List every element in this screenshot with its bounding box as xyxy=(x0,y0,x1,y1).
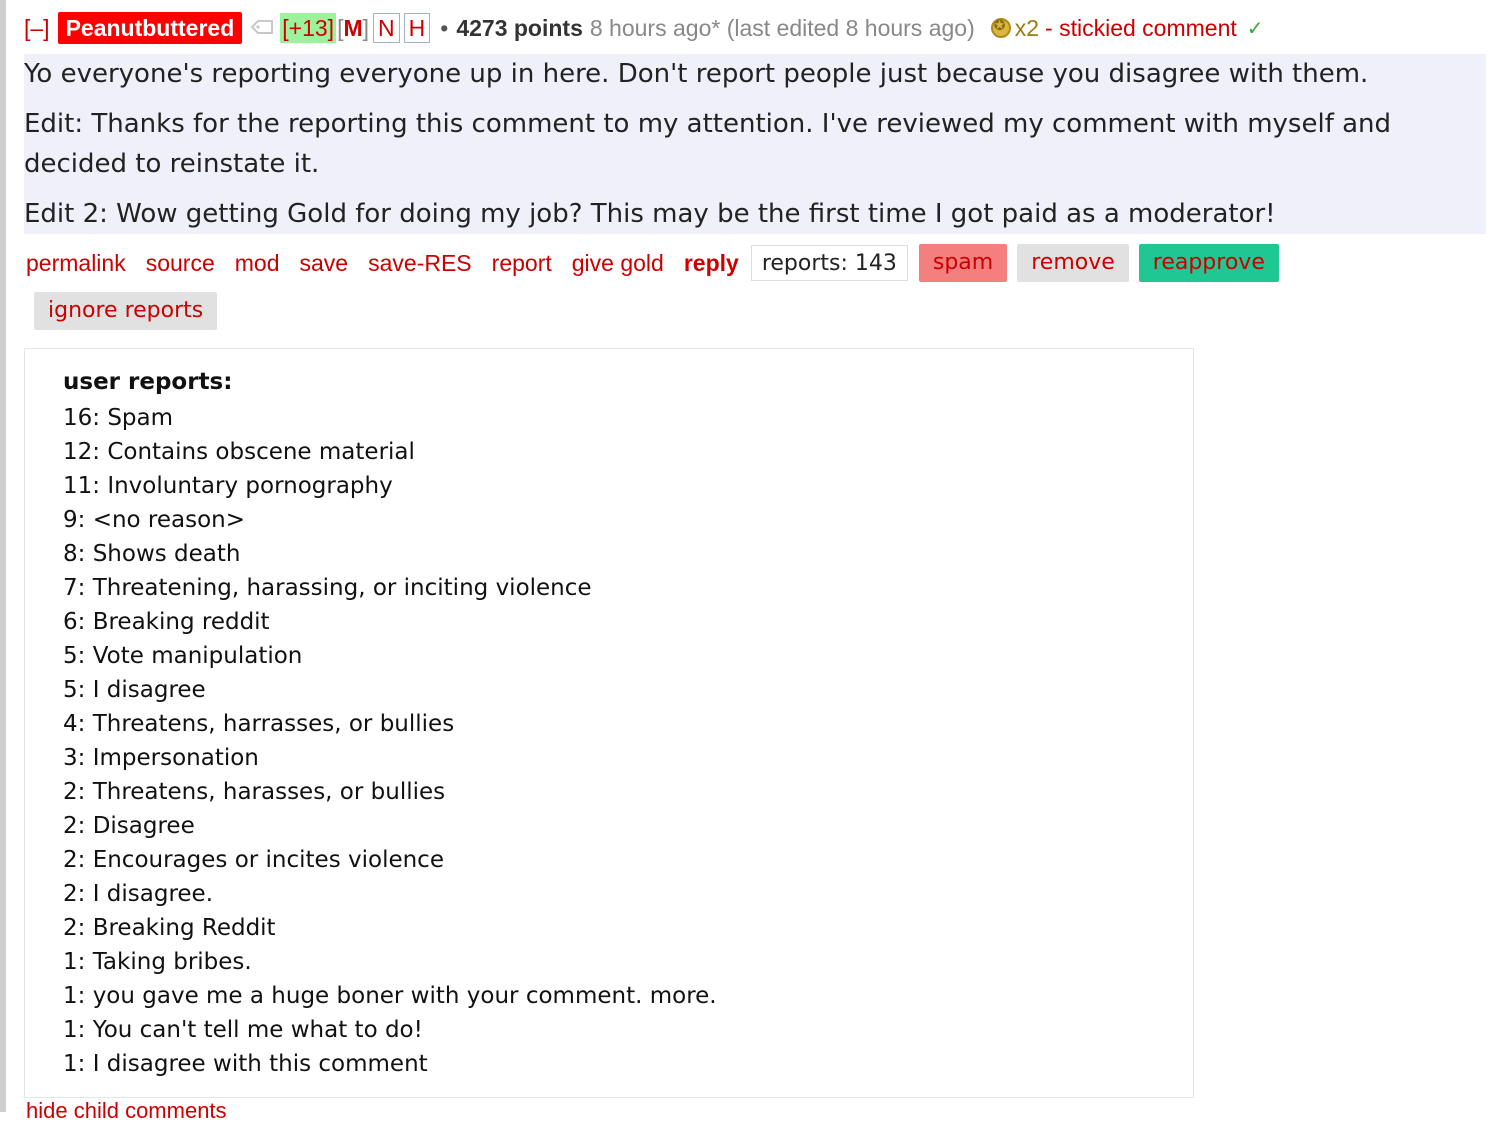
comment-body: Yo everyone's reporting everyone up in h… xyxy=(24,54,1486,234)
comment-paragraph: Edit: Thanks for the reporting this comm… xyxy=(24,109,1392,179)
save-link[interactable]: save xyxy=(300,250,349,277)
gold-count: x2 xyxy=(1014,14,1040,41)
user-reports-list: 16: Spam 12: Contains obscene material 1… xyxy=(63,401,717,1081)
report-item: 12: Contains obscene material xyxy=(63,439,415,465)
flair-n-box[interactable]: N xyxy=(373,13,400,43)
report-item: 2: Breaking Reddit xyxy=(63,915,276,941)
report-item: 2: Threatens, harasses, or bullies xyxy=(63,779,446,805)
spam-button[interactable]: spam xyxy=(918,244,1008,282)
report-item: 1: you gave me a huge boner with your co… xyxy=(63,983,717,1009)
comment-age: 8 hours ago* (last edited 8 hours ago) xyxy=(589,14,975,41)
report-item: 2: Disagree xyxy=(63,813,195,839)
report-item: 5: Vote manipulation xyxy=(63,643,303,669)
remove-button[interactable]: remove xyxy=(1017,244,1129,282)
user-karma-badge: [+13] xyxy=(280,13,337,43)
give-gold-link[interactable]: give gold xyxy=(572,250,664,277)
permalink-link[interactable]: permalink xyxy=(26,250,126,277)
comment-tagline: [–] Peanutbuttered [+13] [M] N H • 4273 … xyxy=(24,10,1264,46)
reports-count-badge[interactable]: reports: 143 xyxy=(750,245,908,281)
moderator-flair-m: M xyxy=(343,14,363,41)
report-item: 1: You can't tell me what to do! xyxy=(63,1017,423,1043)
source-link[interactable]: source xyxy=(146,250,215,277)
report-item: 2: Encourages or incites violence xyxy=(63,847,444,873)
save-res-link[interactable]: save-RES xyxy=(368,250,472,277)
author-link[interactable]: Peanutbuttered xyxy=(57,12,243,44)
comment-action-bar: permalink source mod save save-RES repor… xyxy=(26,244,1289,282)
report-item: 7: Threatening, harassing, or inciting v… xyxy=(63,575,592,601)
user-reports-title: user reports: xyxy=(63,369,233,395)
comment-paragraph: Edit 2: Wow getting Gold for doing my jo… xyxy=(24,199,1276,229)
report-item: 1: Taking bribes. xyxy=(63,949,252,975)
report-item: 4: Threatens, harrasses, or bullies xyxy=(63,711,455,737)
collapse-toggle[interactable]: [–] xyxy=(24,15,50,42)
comment-points: 4273 points xyxy=(456,14,583,41)
report-item: 5: I disagree xyxy=(63,677,206,703)
comment-paragraph: Yo everyone's reporting everyone up in h… xyxy=(24,59,1369,89)
report-item: 11: Involuntary pornography xyxy=(63,473,393,499)
report-item: 1: I disagree with this comment xyxy=(63,1051,428,1077)
report-item: 6: Breaking reddit xyxy=(63,609,270,635)
flair-h-box[interactable]: H xyxy=(403,13,431,43)
report-item: 9: <no reason> xyxy=(63,507,246,533)
reapprove-button[interactable]: reapprove xyxy=(1138,244,1279,282)
mod-link[interactable]: mod xyxy=(235,250,280,277)
ignore-reports-button[interactable]: ignore reports xyxy=(34,292,218,330)
separator-dot: • xyxy=(440,14,449,41)
hide-child-comments-link[interactable]: hide child comments xyxy=(26,1098,227,1124)
report-link[interactable]: report xyxy=(492,250,552,277)
stickied-label: - stickied comment xyxy=(1045,14,1237,41)
moderator-distinguish[interactable]: [M] xyxy=(337,15,369,42)
reply-link[interactable]: reply xyxy=(684,250,739,277)
thread-depth-bar[interactable] xyxy=(0,0,6,1112)
report-item: 8: Shows death xyxy=(63,541,241,567)
checkmark-icon: ✓ xyxy=(1246,17,1264,40)
report-item: 2: I disagree. xyxy=(63,881,214,907)
user-reports-panel: user reports: 16: Spam 12: Contains obsc… xyxy=(24,348,1194,1098)
gold-award-icon xyxy=(990,17,1011,38)
report-item: 3: Impersonation xyxy=(63,745,259,771)
report-item: 16: Spam xyxy=(63,405,174,431)
tag-icon[interactable] xyxy=(250,15,274,41)
